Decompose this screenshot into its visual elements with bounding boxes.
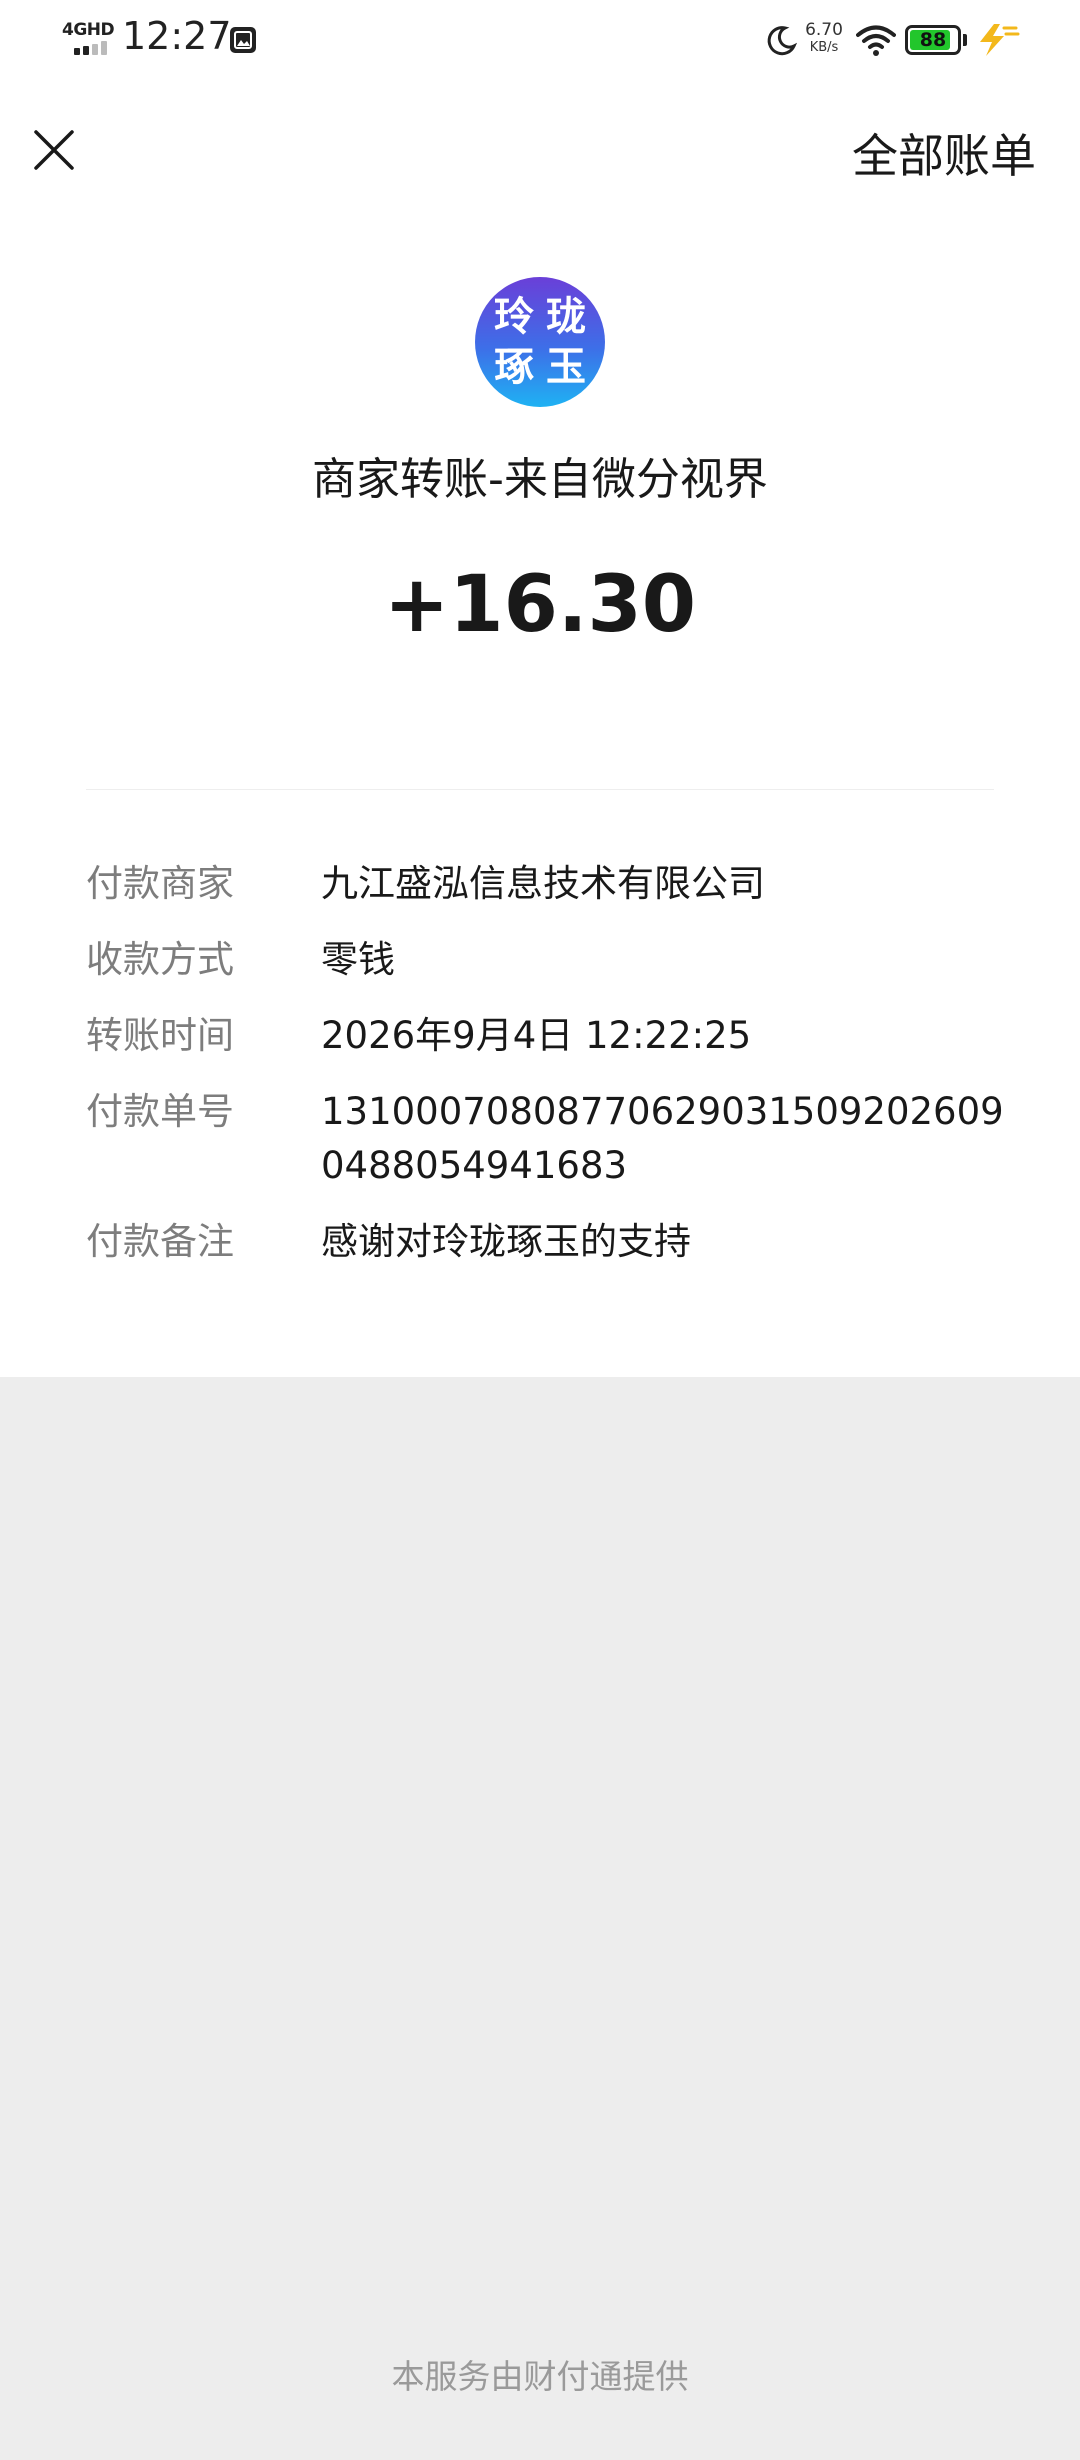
battery-cap — [963, 34, 967, 46]
remark-value: 感谢对玲珑琢玉的支持 — [321, 1220, 691, 1263]
status-bar: 4GHD 12:27 6.70 KB/s 88 — [0, 0, 1080, 82]
transaction-title: 商家转账-来自微分视界 — [312, 454, 768, 505]
merchant-avatar: 玲珑 琢玉 — [475, 277, 605, 407]
battery-icon: 88 — [905, 25, 961, 55]
screenshot-notification-icon — [230, 27, 256, 53]
time-value: 2026年9月4日 12:22:25 — [321, 1014, 752, 1057]
wifi-icon — [856, 25, 896, 56]
network-speed-value: 6.70 — [805, 20, 843, 40]
merchant-logo-line2: 琢玉 — [494, 344, 598, 390]
order-label: 付款单号 — [86, 1090, 234, 1133]
network-type: 4GHD — [62, 20, 115, 40]
payer-value: 九江盛泓信息技术有限公司 — [321, 862, 765, 905]
do-not-disturb-moon-icon — [767, 26, 798, 56]
method-value: 零钱 — [321, 938, 395, 981]
close-icon[interactable] — [28, 120, 80, 180]
signal-indicator: 4GHD — [62, 20, 115, 60]
network-speed: 6.70 KB/s — [804, 22, 844, 56]
order-number[interactable]: 1310007080877062903150920260904880549416… — [321, 1085, 1006, 1193]
merchant-logo-line1: 玲珑 — [494, 294, 598, 340]
transaction-amount: +16.30 — [383, 560, 697, 650]
method-label: 收款方式 — [86, 938, 234, 981]
payer-label: 付款商家 — [86, 862, 234, 905]
service-provider-note: 本服务由财付通提供 — [391, 2357, 689, 2396]
signal-bars-icon — [74, 41, 114, 55]
network-speed-unit: KB/s — [809, 40, 839, 55]
remark-label: 付款备注 — [86, 1220, 234, 1263]
charging-bolt-icon — [980, 24, 1020, 56]
battery-percent: 88 — [919, 29, 947, 51]
time-label: 转账时间 — [86, 1014, 234, 1057]
all-bills-button[interactable]: 全部账单 — [852, 120, 1036, 186]
divider — [86, 789, 994, 790]
clock: 12:27 — [122, 14, 232, 58]
